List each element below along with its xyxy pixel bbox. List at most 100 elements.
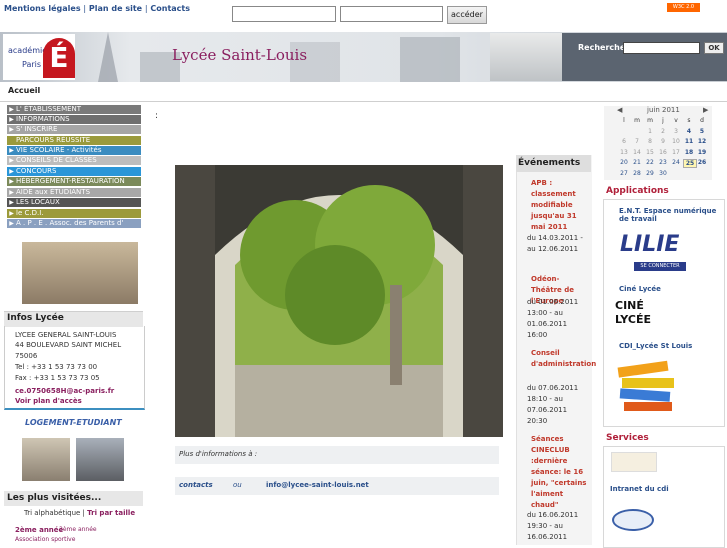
calendar-day[interactable]: 15 [644, 149, 656, 156]
logement-photo[interactable] [76, 438, 124, 481]
calendar-day[interactable]: 6 [618, 138, 630, 145]
intranet-badge[interactable] [612, 509, 654, 531]
visitees-item[interactable]: 3ème année [59, 526, 97, 533]
event-date: du 14.03.2011 - au 12.06.2011 [527, 234, 583, 253]
logement-photo[interactable] [22, 438, 70, 481]
courtyard-photo [175, 165, 503, 437]
menu-item-etablissement[interactable]: ▶ L' ÉTABLISSEMENT [7, 105, 141, 114]
top-input-2[interactable] [340, 6, 443, 22]
calendar-day[interactable]: 20 [618, 159, 630, 166]
cdi-link[interactable]: CDI_Lycée St Louis [619, 342, 692, 350]
calendar-day[interactable]: 22 [644, 159, 656, 166]
w3c-badge[interactable]: W3C 2.0 [667, 3, 700, 12]
menu-item-aide-etudiants[interactable]: ▶ AIDE aux ÉTUDIANTS [7, 188, 141, 197]
arrow-icon: ▶ [9, 220, 14, 227]
arrow-icon: ▶ [9, 116, 14, 123]
info-address-zip: 75006 [15, 352, 38, 360]
calendar-day[interactable]: 11 [683, 138, 695, 145]
event-title[interactable]: Séances CINECLUB :dernière séance: le 16… [531, 434, 589, 511]
info-email-link[interactable]: ce.0750658H@ac-paris.fr [15, 387, 114, 395]
calendar-day[interactable]: 8 [644, 138, 656, 145]
calendar-day[interactable]: 3 [670, 128, 682, 135]
menu-item-vie-scolaire[interactable]: ▶ VIE SCOLAIRE - Activités [7, 146, 141, 155]
calendar-day[interactable]: 2 [657, 128, 669, 135]
event-title[interactable]: Conseil d'administration [531, 348, 596, 370]
calendar-day[interactable]: 17 [670, 149, 682, 156]
calendar-day[interactable]: 23 [657, 159, 669, 166]
sort-alpha-link[interactable]: Tri alphabétique [24, 509, 80, 517]
calendar-day[interactable]: 10 [670, 138, 682, 145]
calendar-prev-icon[interactable]: ◀ [617, 106, 622, 114]
calendar-day[interactable]: 27 [618, 170, 630, 177]
building-photo[interactable] [22, 242, 138, 304]
separator: | [83, 4, 87, 13]
menu-item-conseils-de-classes[interactable]: ▶ CONSEILS DE CLASSES [7, 156, 141, 165]
top-input-1[interactable] [232, 6, 336, 22]
calendar-day[interactable]: 25 [683, 159, 697, 168]
calendar-next-icon[interactable]: ▶ [703, 106, 708, 114]
calendar-day[interactable]: 19 [696, 149, 708, 156]
menu-item-cdi[interactable]: ▶ le C.D.I. [7, 209, 141, 218]
info-address-name: LYCEE GENERAL SAINT-LOUIS [15, 331, 117, 339]
breadcrumb[interactable]: Accueil [8, 86, 40, 95]
arrow-icon: ▶ [9, 189, 14, 196]
menu-item-ape[interactable]: ▶ A . P . E . Assoc. des Parents d' élève… [7, 219, 141, 236]
search-ok-button[interactable]: OK [704, 42, 724, 54]
menu-item-inscrire[interactable]: ▶ S' INSCRIRE [7, 125, 141, 134]
logement-etudiant-link[interactable]: LOGEMENT-ETUDIANT [25, 418, 122, 427]
plan-acces-link[interactable]: Voir plan d'accès [15, 397, 82, 405]
event-title[interactable]: APB : classement modifiable jusqu'au 31 … [531, 178, 589, 233]
visitees-item[interactable]: Association sportive [15, 536, 75, 543]
menu-item-parcours-reussite[interactable]: PARCOURS RÉUSSITE [7, 136, 141, 145]
site-title[interactable]: Lycée Saint-Louis [172, 46, 307, 64]
search-input[interactable] [623, 42, 700, 54]
link-plan-de-site[interactable]: Plan de site [89, 4, 142, 13]
calendar-day[interactable]: 7 [631, 138, 643, 145]
info-tel: Tel : +33 1 53 73 73 00 [15, 363, 98, 371]
acceder-button[interactable]: accéder [447, 6, 487, 24]
menu-item-concours[interactable]: ▶ CONCOURS [7, 167, 141, 176]
separator: | [144, 4, 148, 13]
cine-lycee-logo[interactable]: CINÉ LYCÉE [614, 299, 654, 333]
calendar-day[interactable]: 28 [631, 170, 643, 177]
link-contacts[interactable]: Contacts [150, 4, 190, 13]
calendar-day[interactable]: 29 [644, 170, 656, 177]
contacts-email-link[interactable]: info@lycee-saint-louis.net [266, 481, 369, 489]
academie-text: académie [8, 46, 48, 55]
calendar-day[interactable]: 14 [631, 149, 643, 156]
arrow-icon: ▶ [9, 106, 14, 113]
calendar-day[interactable]: 9 [657, 138, 669, 145]
calendar-day[interactable]: 13 [618, 149, 630, 156]
menu-item-informations[interactable]: ▶ INFORMATIONS [7, 115, 141, 124]
cine-lycee-link[interactable]: Ciné Lycée [619, 285, 661, 293]
event-date: du 16.06.2011 19:30 - au 16.06.2011 [527, 511, 579, 541]
calendar-day[interactable]: 26 [696, 159, 708, 166]
books-icon[interactable] [614, 356, 682, 416]
calendar-day[interactable]: 24 [670, 159, 682, 166]
visitees-item[interactable]: 2ème année [15, 526, 63, 534]
services-banner[interactable] [611, 452, 657, 472]
lilie-logo[interactable]: LILIE SE CONNECTER [620, 232, 710, 274]
menu-item-hebergement[interactable]: ▶ HÉBERGEMENT-RESTAURATION [7, 177, 141, 186]
top-links: Mentions légales | Plan de site | Contac… [4, 4, 190, 13]
contacts-link[interactable]: contacts [179, 481, 213, 489]
arrow-icon: ▶ [9, 147, 14, 154]
calendar-month: juin 2011 [647, 106, 680, 114]
sort-size-link[interactable]: Tri par taille [87, 509, 135, 517]
plus-infos-text: Plus d'informations à : [179, 450, 258, 458]
calendar-day[interactable]: 18 [683, 149, 695, 156]
calendar-day[interactable]: 1 [644, 128, 656, 135]
courtyard-illustration [175, 165, 503, 437]
link-mentions-legales[interactable]: Mentions légales [4, 4, 81, 13]
calendar-day[interactable]: 21 [631, 159, 643, 166]
calendar-day[interactable]: 5 [696, 128, 708, 135]
ent-link[interactable]: E.N.T. Espace numérique de travail [619, 207, 719, 223]
calendar-day[interactable]: 30 [657, 170, 669, 177]
calendar-day[interactable]: 12 [696, 138, 708, 145]
calendar-day[interactable]: 4 [683, 128, 695, 135]
menu-item-locaux[interactable]: ▶ LES LOCAUX [7, 198, 141, 207]
intranet-cdi-link[interactable]: Intranet du cdi [610, 485, 669, 493]
banner-photo [490, 33, 562, 81]
calendar-day[interactable]: 16 [657, 149, 669, 156]
divider [0, 101, 727, 102]
